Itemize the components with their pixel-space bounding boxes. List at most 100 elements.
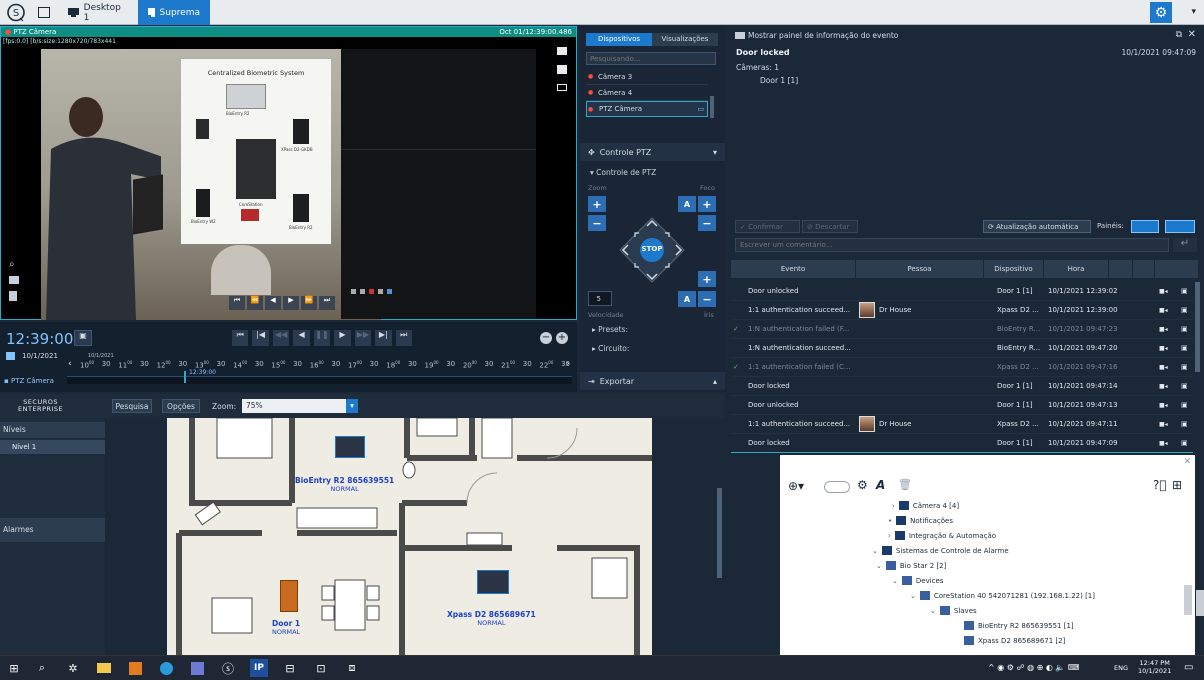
table-row[interactable]: 1:1 authentication succeed... Dr House Xpa… xyxy=(731,301,1193,320)
tab-desktop-1[interactable]: Desktop 1 xyxy=(58,0,138,25)
iris-close-button[interactable]: − xyxy=(698,291,716,307)
step-forward-icon[interactable]: ⏩ xyxy=(301,296,317,310)
video-viewer[interactable]: ● PTZ Câmera Oct 01/12:39:00.486 [fps:0,… xyxy=(0,26,577,320)
col-evento[interactable]: Evento xyxy=(731,260,856,278)
help-icon[interactable]: ?⃝ xyxy=(1153,478,1167,492)
tree-item[interactable]: › Câmera 4 [4] xyxy=(892,501,959,510)
list-item[interactable]: ● Câmera 3 xyxy=(586,69,708,85)
prev-frame-icon[interactable]: |◀ xyxy=(252,330,269,346)
file-explorer-icon[interactable] xyxy=(95,659,113,677)
chevron-icon[interactable]: ⌄ xyxy=(876,562,882,570)
app-logo-icon[interactable]: S xyxy=(6,3,26,22)
door-label[interactable]: Door 1 NORMAL xyxy=(272,619,300,636)
toggle-switch[interactable] xyxy=(824,481,850,493)
tray-icons[interactable]: ^ ◉ ⚙ ☍ ◍ ⊕ ◐ 🔈 ⌨ xyxy=(988,663,1079,672)
right-scrollbar[interactable] xyxy=(1196,590,1204,616)
tree-item[interactable]: Xpass D2 865689671 [2] xyxy=(960,636,1065,645)
chevron-icon[interactable]: • xyxy=(888,517,892,525)
iris-auto-button[interactable]: A xyxy=(678,291,696,307)
list-item[interactable]: ● PTZ Câmera ▭ xyxy=(586,101,708,117)
play-icon[interactable]: ▶ xyxy=(334,330,351,346)
auto-update-button[interactable]: ⟳ Atualização automática xyxy=(983,220,1091,233)
ptz-subtitle[interactable]: ▾ Controle de PTZ xyxy=(590,168,656,177)
focus-out-button[interactable]: − xyxy=(698,215,716,231)
list-item[interactable]: ● Câmera 4 xyxy=(586,85,708,101)
network-app-icon[interactable]: ⊟ xyxy=(281,659,299,677)
step-back-icon[interactable]: ⏪ xyxy=(247,296,263,310)
timeline-track[interactable]: 12:39:00 xyxy=(67,369,572,384)
timeline-cursor[interactable] xyxy=(184,371,186,383)
stop-button[interactable]: STOP xyxy=(640,245,664,253)
pause-icon[interactable]: ❚❚ xyxy=(313,330,331,346)
search-icon[interactable]: ⌕ xyxy=(33,659,51,677)
map-options-button[interactable]: Opções xyxy=(162,399,200,413)
play-icon[interactable]: ▶ xyxy=(283,296,299,310)
chevron-icon[interactable]: › xyxy=(892,502,895,510)
rename-icon[interactable]: A xyxy=(876,478,885,492)
calendar-icon[interactable] xyxy=(6,352,15,360)
map-canvas[interactable]: BioEntry R2 865639551 NORMAL Xpass D2 865… xyxy=(105,418,725,655)
zoom-in-icon[interactable]: + xyxy=(556,332,568,344)
export-section-header[interactable]: ⇥ Exportar ▴ xyxy=(580,372,725,390)
skip-start-icon[interactable]: ⏮ xyxy=(232,330,249,346)
reverse-icon[interactable]: ◀ xyxy=(293,330,310,346)
discard-button[interactable]: ⊘ Descartar xyxy=(802,220,858,233)
tree-item[interactable]: ⌄ Slaves xyxy=(930,606,977,615)
zoom-out-button[interactable]: − xyxy=(588,215,606,231)
map-scrollbar[interactable] xyxy=(717,488,722,578)
send-comment-icon[interactable]: ↵ xyxy=(1173,238,1197,252)
tree-item[interactable]: BioEntry R2 865639551 [1] xyxy=(960,621,1074,630)
rewind-icon[interactable]: ◀◀ xyxy=(272,330,290,346)
chevron-icon[interactable]: ⌄ xyxy=(930,607,936,615)
table-row[interactable]: ✓ 1:N authentication failed (F... BioEntry… xyxy=(731,320,1193,339)
tree-item[interactable]: ⌄ Sistemas de Controle de Alarme xyxy=(872,546,1009,555)
language-indicator[interactable]: ENG xyxy=(1114,664,1128,672)
tree-item[interactable]: ⌄ CoreStation 40 542071281 (192.168.1.22)… xyxy=(910,591,1095,600)
table-row[interactable]: 1:1 authentication succeed... Dr House Xpa… xyxy=(731,415,1193,434)
notification-icon[interactable]: ▭ xyxy=(1184,662,1193,673)
tree-item[interactable]: › Integração & Automação xyxy=(888,531,996,540)
archive-toggle-icon[interactable]: ▣ xyxy=(74,330,92,346)
zoom-in-button[interactable]: + xyxy=(588,196,606,212)
tree-item[interactable]: • Notificações xyxy=(888,516,953,525)
add-icon[interactable]: ⊕▾ xyxy=(788,479,804,493)
panel-layout-2-button[interactable] xyxy=(1165,220,1195,233)
window-restore-icon[interactable] xyxy=(38,7,50,18)
next-frame-icon[interactable]: ▶| xyxy=(375,330,392,346)
tab-dispositivos[interactable]: Dispositivos xyxy=(586,33,652,46)
search-icon[interactable]: ⌕ xyxy=(9,259,21,270)
timeline-prev-icon[interactable]: ‹ xyxy=(68,359,72,369)
windows-start-icon[interactable]: ⊞ xyxy=(5,659,23,677)
skip-end-icon[interactable]: ⏭ xyxy=(319,296,335,310)
securos-app-icon[interactable]: ⓢ xyxy=(219,659,237,677)
settings-app-icon[interactable]: ✲ xyxy=(64,659,82,677)
device-search-input[interactable] xyxy=(586,52,716,65)
focus-auto-button[interactable]: A xyxy=(678,196,696,212)
panel-layout-1-button[interactable] xyxy=(1131,220,1159,233)
tree-scrollbar[interactable] xyxy=(1184,585,1192,615)
bioentry-label[interactable]: BioEntry R2 865639551 NORMAL xyxy=(295,476,394,493)
close-icon[interactable]: ✕ xyxy=(1183,457,1191,467)
bookmark-icon[interactable] xyxy=(9,291,17,301)
door-icon[interactable] xyxy=(280,580,298,612)
settings-gear-icon[interactable]: ⚙ xyxy=(1150,2,1172,23)
ptz-joystick[interactable]: STOP xyxy=(618,216,686,284)
speed-stepper[interactable]: 5 xyxy=(588,291,612,306)
map-search-button[interactable]: Pesquisa xyxy=(112,399,152,413)
ptz-section-header[interactable]: ✥ Controle PTZ ▾ xyxy=(580,143,725,161)
col-pessoa[interactable]: Pessoa xyxy=(856,260,984,278)
edge-icon[interactable] xyxy=(157,659,175,677)
table-row[interactable]: 1:N authentication succeed... BioEntry R.… xyxy=(731,339,1193,358)
col-dispositivo[interactable]: Dispositivo xyxy=(984,260,1044,278)
sublime-icon[interactable] xyxy=(126,659,144,677)
table-row[interactable]: Door unlocked Door 1 [1] 10/1/2021 09:47:1… xyxy=(731,396,1193,415)
chevron-icon[interactable]: ⌄ xyxy=(872,547,878,555)
tab-suprema[interactable]: Suprema xyxy=(138,0,210,25)
taskbar-clock[interactable]: 12:47 PM 10/1/2021 xyxy=(1138,659,1171,675)
skip-start-icon[interactable]: ⏮ xyxy=(229,296,245,310)
bioentry-device-icon[interactable] xyxy=(335,436,365,458)
pin-icon[interactable]: ⊞ xyxy=(1172,478,1182,492)
zoom-out-icon[interactable]: − xyxy=(540,332,552,344)
skip-end-icon[interactable]: ⏭ xyxy=(395,330,412,346)
event-camera-item[interactable]: Door 1 [1] xyxy=(760,76,798,85)
